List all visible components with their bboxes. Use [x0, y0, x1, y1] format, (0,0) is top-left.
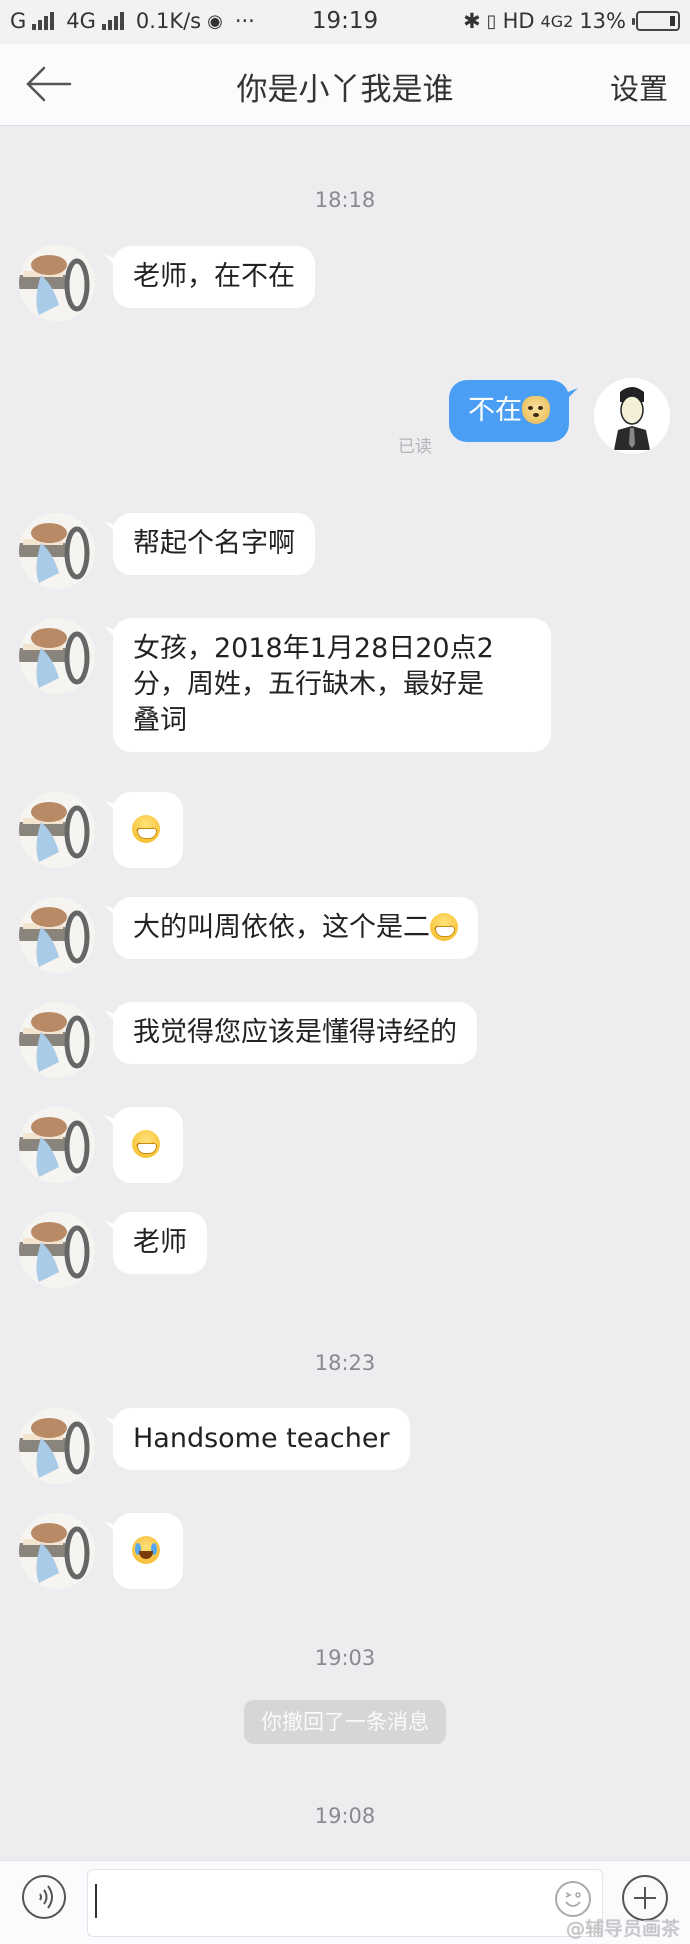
text-cursor: [95, 1884, 97, 1918]
nav-bar: 你是小丫我是谁 设置: [0, 44, 690, 126]
laugh-cry-emoji-icon: [132, 1536, 160, 1564]
contact-avatar[interactable]: [19, 245, 95, 321]
avatar-image: [19, 1002, 95, 1078]
message-text: 不在: [468, 395, 522, 426]
grin-emoji-icon: [132, 815, 160, 851]
contact-avatar[interactable]: [19, 1107, 95, 1183]
watermark: @辅导员画茶: [565, 1918, 680, 1940]
doge-emoji-icon: [522, 396, 550, 424]
message-text: 老师: [133, 1227, 187, 1258]
avatar-image: [19, 1107, 95, 1183]
message-bubble[interactable]: Handsome teacher: [113, 1408, 410, 1470]
message-bubble[interactable]: 大的叫周依依，这个是二: [113, 897, 478, 959]
battery-percent: 13%: [579, 9, 626, 33]
status-left: G 4G 0.1K/s ◉ ···: [10, 9, 255, 33]
avatar-image: [19, 1212, 95, 1288]
status-right: ✱ ▯ HD 4G2 13%: [463, 9, 680, 33]
contact-avatar[interactable]: [19, 618, 95, 694]
status-bar: G 4G 0.1K/s ◉ ··· 19:19 ✱ ▯ HD 4G2 13%: [0, 0, 690, 44]
avatar-image: [19, 618, 95, 694]
message-text-line: 分，周姓，五行缺木，最好是: [133, 669, 484, 700]
contact-avatar[interactable]: [19, 897, 95, 973]
avatar-image: [19, 513, 95, 589]
message-bubble[interactable]: 帮起个名字啊: [113, 513, 315, 575]
recalled-message-notice: 你撤回了一条消息: [244, 1700, 446, 1744]
timestamp: 18:23: [314, 1351, 376, 1375]
avatar-image: [19, 245, 95, 321]
avatar-image: [19, 1513, 95, 1589]
settings-button[interactable]: 设置: [610, 66, 668, 108]
bluetooth-icon: ✱: [463, 9, 481, 33]
hd-label: HD: [502, 9, 535, 33]
contact-avatar[interactable]: [19, 1002, 95, 1078]
signal-bars-icon: [101, 12, 124, 30]
weibo-icon: ◉: [207, 10, 223, 32]
message-text: 我觉得您应该是懂得诗经的: [133, 1017, 457, 1048]
message-text: 大的叫周依依，这个是二: [133, 912, 430, 943]
message-input[interactable]: [87, 1869, 603, 1937]
contact-avatar[interactable]: [19, 1212, 95, 1288]
network-type: 4G2: [540, 11, 574, 31]
message-bubble[interactable]: 女孩，2018年1月28日20点2 分，周姓，五行缺木，最好是 叠词: [113, 618, 551, 752]
net-speed: 0.1K/s: [135, 9, 202, 33]
chat-title: 你是小丫我是谁: [236, 72, 454, 108]
contact-avatar[interactable]: [19, 1408, 95, 1484]
grin-emoji-icon: [132, 1130, 160, 1166]
contact-avatar[interactable]: [19, 513, 95, 589]
carrier-1-label: G: [10, 9, 27, 33]
read-status: 已读: [398, 437, 432, 457]
contact-avatar[interactable]: [19, 1513, 95, 1589]
voice-input-button[interactable]: [22, 1875, 66, 1919]
emoji-message-bubble[interactable]: [113, 792, 183, 868]
message-bubble[interactable]: 老师: [113, 1212, 207, 1274]
message-text: 老师，在不在: [133, 261, 295, 292]
message-bubble[interactable]: 我觉得您应该是懂得诗经的: [113, 1002, 477, 1064]
my-avatar[interactable]: [594, 378, 670, 454]
avatar-image: [19, 897, 95, 973]
message-text: 帮起个名字啊: [133, 528, 295, 559]
grin-emoji-icon: [430, 913, 458, 949]
vibrate-icon: ▯: [486, 10, 497, 32]
timestamp: 18:18: [314, 188, 376, 212]
carrier-2-label: 4G: [66, 9, 96, 33]
timestamp: 19:08: [314, 1804, 376, 1828]
emoji-message-bubble[interactable]: [113, 1107, 183, 1183]
signal-bars-icon: [32, 12, 55, 30]
emoji-message-bubble[interactable]: [113, 1513, 183, 1589]
battery-icon: [632, 11, 680, 31]
timestamp: 19:03: [314, 1646, 376, 1670]
avatar-image: [594, 378, 670, 454]
smiley-icon: [565, 1892, 581, 1907]
message-text: Handsome teacher: [133, 1423, 390, 1454]
avatar-image: [19, 792, 95, 868]
my-message-bubble[interactable]: 不在: [449, 380, 569, 442]
voice-icon: [39, 1885, 53, 1909]
avatar-image: [19, 1408, 95, 1484]
message-text-line: 女孩，2018年1月28日20点2: [133, 633, 494, 664]
more-notifications-icon: ···: [234, 9, 255, 33]
contact-avatar[interactable]: [19, 792, 95, 868]
message-text-line: 叠词: [133, 705, 187, 736]
emoji-button[interactable]: [555, 1881, 591, 1917]
message-bubble[interactable]: 老师，在不在: [113, 246, 315, 308]
